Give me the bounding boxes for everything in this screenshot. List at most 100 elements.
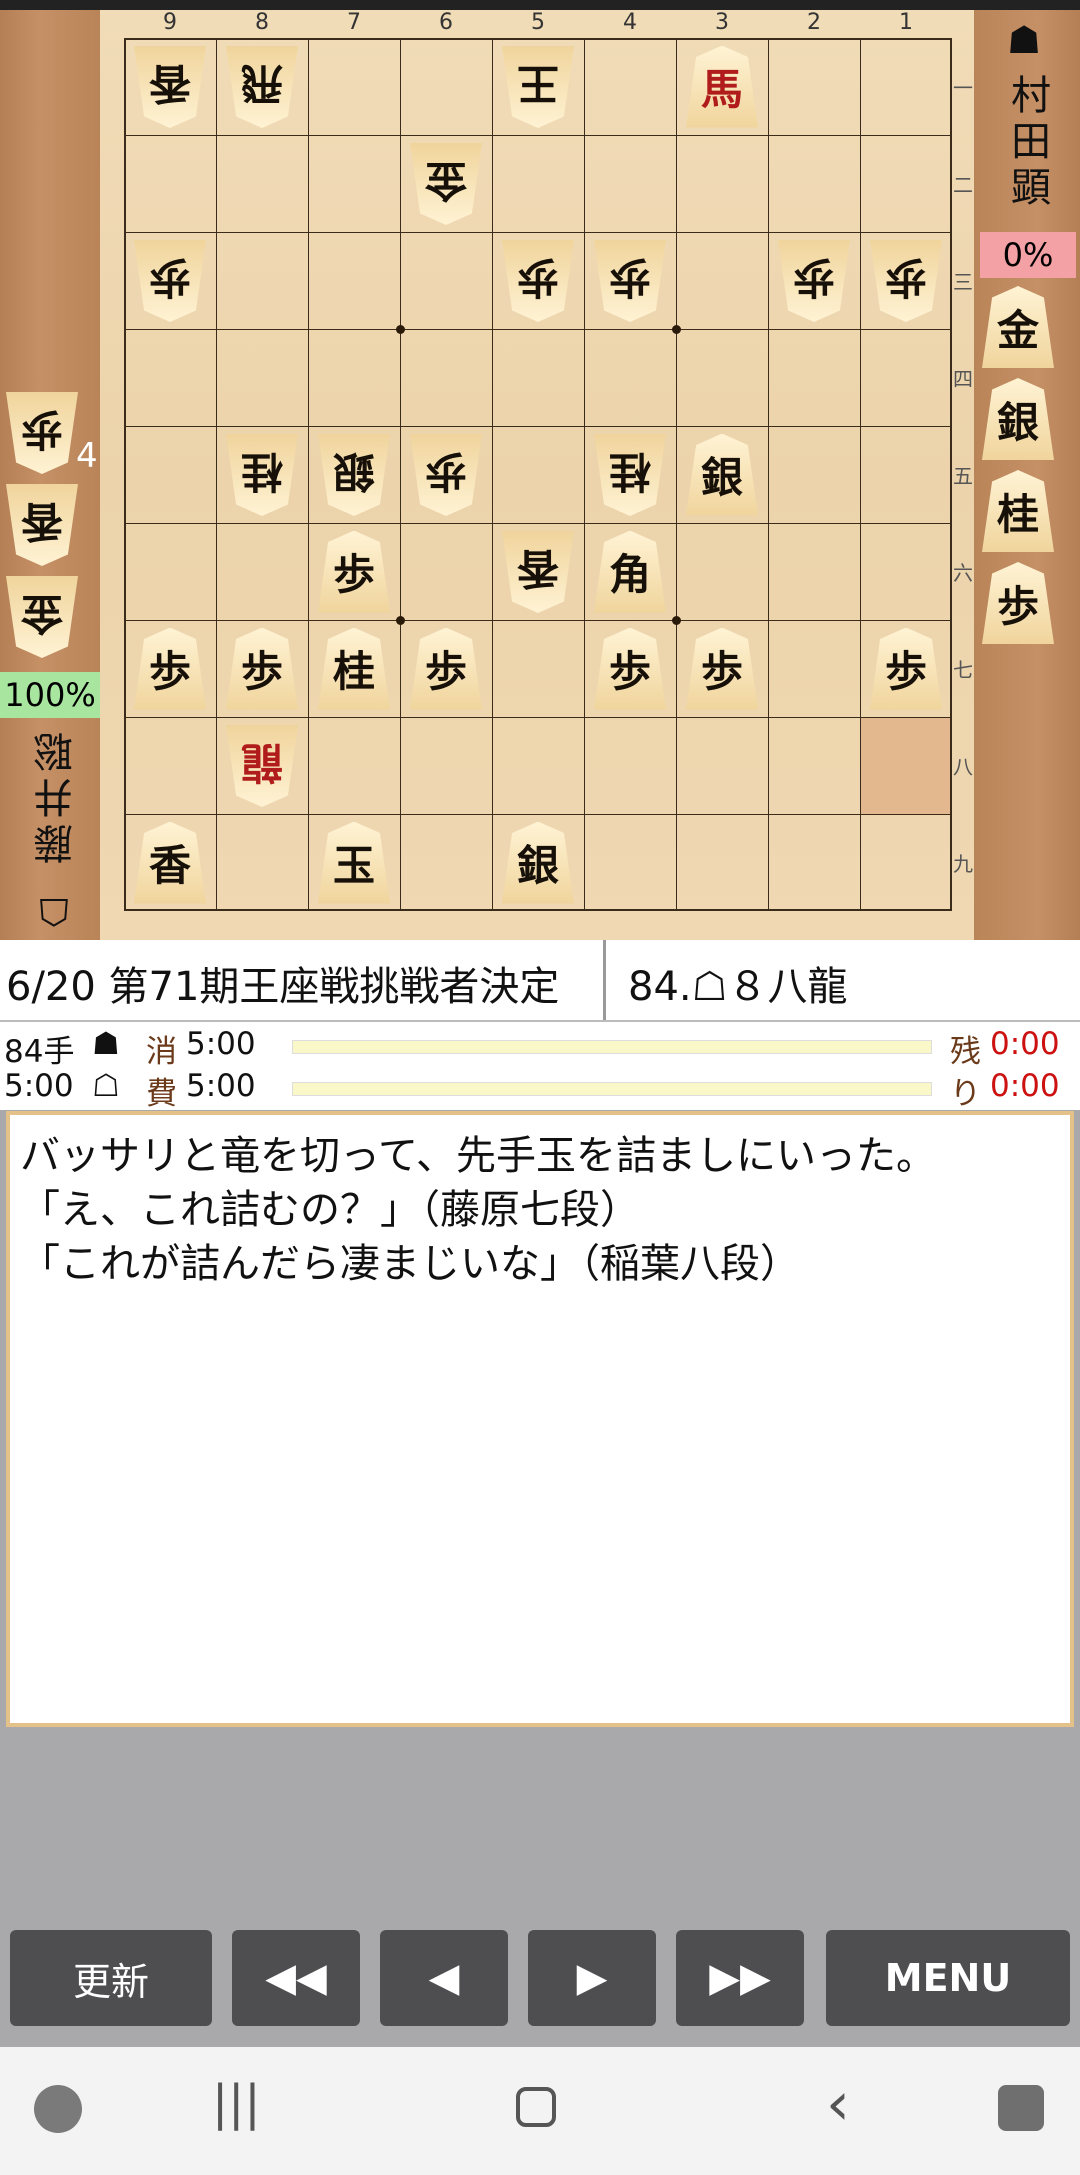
- file-label: 7: [347, 10, 361, 35]
- assist-icon[interactable]: [998, 2085, 1044, 2131]
- board-piece[interactable]: 歩: [410, 434, 482, 516]
- grid-line: [124, 135, 952, 136]
- prev-move-button[interactable]: ◀: [380, 1930, 508, 2026]
- hand-piece[interactable]: 歩: [982, 562, 1054, 644]
- grid-line: [492, 38, 493, 911]
- rank-label: 八: [953, 755, 973, 779]
- rank-label: 九: [953, 852, 973, 876]
- game-info-row: 6/20 第71期王座戦挑戦者決定 84.☖８八龍: [0, 940, 1080, 1022]
- board-piece[interactable]: 金: [410, 143, 482, 225]
- board-piece[interactable]: 歩: [502, 240, 574, 322]
- grid-line: [124, 717, 952, 718]
- white-remain: 0:00: [990, 1068, 1060, 1104]
- pawn-count: 4: [76, 436, 98, 476]
- rank-label: 六: [953, 561, 973, 585]
- board-piece[interactable]: 銀: [686, 433, 758, 516]
- black-used-label: 消: [146, 1034, 177, 1070]
- board-piece[interactable]: 香: [134, 821, 206, 904]
- grid-line: [216, 38, 217, 911]
- white-used-label: 費: [146, 1076, 177, 1112]
- black-used: 5:00: [186, 1026, 256, 1062]
- board-piece[interactable]: 銀: [502, 821, 574, 904]
- file-label: 2: [807, 10, 821, 35]
- rank-label: 五: [953, 464, 973, 488]
- file-label: 5: [531, 10, 545, 35]
- board-piece[interactable]: 歩: [870, 240, 942, 322]
- board-piece[interactable]: 龍: [226, 725, 298, 807]
- rank-label: 三: [953, 270, 973, 294]
- hand-piece[interactable]: 歩: [6, 392, 78, 474]
- recent-apps-icon[interactable]: |||: [212, 2075, 261, 2131]
- grid-line: [124, 232, 952, 233]
- board-piece[interactable]: 飛: [226, 46, 298, 128]
- divider: [603, 940, 606, 1020]
- current-move[interactable]: 84.☖８八龍: [628, 954, 847, 1012]
- first-move-button[interactable]: ◀◀: [232, 1930, 360, 2026]
- board-piece[interactable]: 歩: [594, 240, 666, 322]
- board-piece[interactable]: 角: [594, 530, 666, 613]
- white-used: 5:00: [186, 1068, 256, 1104]
- grid-line: [400, 38, 401, 911]
- file-label: 9: [163, 10, 177, 35]
- system-nav-bar: ||| ‹: [0, 2047, 1080, 2175]
- board-piece[interactable]: 歩: [134, 240, 206, 322]
- hand-piece[interactable]: 香: [6, 484, 78, 566]
- status-bar: [0, 0, 1080, 10]
- menu-button[interactable]: MENU: [826, 1930, 1070, 2026]
- refresh-button[interactable]: 更新: [10, 1930, 212, 2026]
- board-piece[interactable]: 歩: [870, 627, 942, 710]
- grid-line: [860, 38, 861, 911]
- commentary-box[interactable]: バッサリと竜を切って、先手玉を詰ましにいった。 「え、これ詰むの？」（藤原七段）…: [6, 1111, 1074, 1727]
- board-piece[interactable]: 歩: [686, 627, 758, 710]
- rank-label: 七: [953, 658, 973, 682]
- game-title[interactable]: 6/20 第71期王座戦挑戦者決定: [6, 954, 559, 1012]
- hand-piece[interactable]: 桂: [982, 470, 1054, 552]
- file-label: 6: [439, 10, 453, 35]
- next-move-button[interactable]: ▶: [528, 1930, 656, 2026]
- hand-piece[interactable]: 金: [982, 286, 1054, 368]
- board-piece[interactable]: 馬: [686, 45, 758, 128]
- sente-player-name: 藤井聡: [34, 726, 80, 864]
- grid-line: [308, 38, 309, 911]
- board-piece[interactable]: 銀: [318, 434, 390, 516]
- grid-line: [124, 426, 952, 427]
- board-piece[interactable]: 香: [134, 46, 206, 128]
- board-piece[interactable]: 玉: [318, 821, 390, 904]
- board-piece[interactable]: 歩: [318, 530, 390, 613]
- gote-percent: 0%: [980, 232, 1076, 278]
- game-icon[interactable]: [34, 2085, 82, 2133]
- board-piece[interactable]: 王: [502, 46, 574, 128]
- board-piece[interactable]: 桂: [226, 434, 298, 516]
- file-label: 4: [623, 10, 637, 35]
- gote-player-name: 村田顕: [1004, 74, 1050, 212]
- last-move-button[interactable]: ▶▶: [676, 1930, 804, 2026]
- board-piece[interactable]: 歩: [410, 627, 482, 710]
- grid-line: [584, 38, 585, 911]
- back-icon[interactable]: ‹: [826, 2069, 850, 2139]
- hand-piece[interactable]: 銀: [982, 378, 1054, 460]
- home-icon[interactable]: [516, 2087, 556, 2127]
- board-piece[interactable]: 桂: [594, 434, 666, 516]
- sente-mark: ☖: [32, 884, 76, 934]
- board-piece[interactable]: 歩: [226, 627, 298, 710]
- rank-label: 二: [953, 173, 973, 197]
- sente-percent: 100%: [0, 672, 100, 718]
- board-piece[interactable]: 歩: [594, 627, 666, 710]
- board-piece[interactable]: 歩: [134, 627, 206, 710]
- grid-line: [676, 38, 677, 911]
- star-point: [396, 325, 405, 334]
- grid-line: [124, 329, 952, 330]
- file-label: 1: [899, 10, 913, 35]
- rank-label: 一: [953, 76, 973, 100]
- board-piece[interactable]: 香: [502, 531, 574, 613]
- white-time: 5:00: [4, 1068, 74, 1104]
- board-piece[interactable]: 桂: [318, 627, 390, 710]
- hand-piece[interactable]: 金: [6, 576, 78, 658]
- move-count: 84手: [4, 1034, 75, 1070]
- black-mark: ☗: [92, 1026, 120, 1062]
- white-mark: ☖: [92, 1068, 120, 1104]
- black-remain: 0:00: [990, 1026, 1060, 1062]
- board-piece[interactable]: 歩: [778, 240, 850, 322]
- grid-line: [768, 38, 769, 911]
- white-remain-label: り: [950, 1076, 981, 1112]
